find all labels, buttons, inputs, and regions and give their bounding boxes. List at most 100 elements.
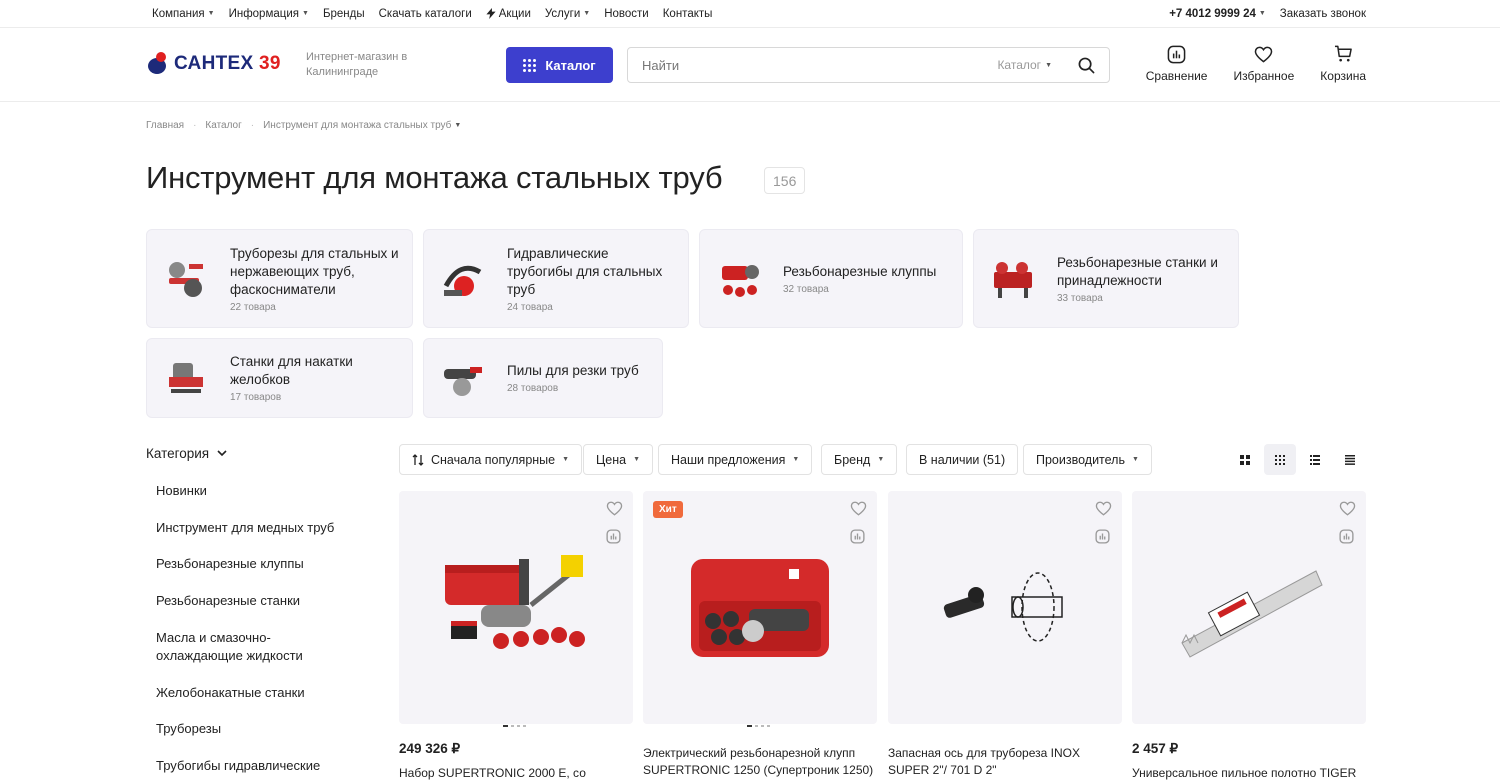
top-menu-services[interactable]: Услуги ▼: [545, 8, 590, 20]
grid-dots-icon: [523, 58, 537, 72]
logo[interactable]: САНТЕХ 39: [146, 52, 281, 76]
top-menu: Компания ▼ Информация ▼ Бренды Скачать кат…: [152, 8, 712, 20]
heart-icon[interactable]: [850, 501, 867, 516]
top-menu-info[interactable]: Информация ▼: [229, 8, 309, 20]
cart-link[interactable]: Корзина: [1320, 44, 1366, 83]
sidebar-item[interactable]: Инструмент для медных труб: [156, 519, 334, 537]
in-stock-filter[interactable]: В наличии (51): [906, 444, 1019, 475]
category-image: [163, 256, 209, 302]
chevron-down-icon: ▼: [1258, 10, 1266, 17]
product-image[interactable]: [399, 491, 633, 724]
top-menu-promo[interactable]: Акции: [486, 8, 531, 20]
sidebar-item[interactable]: Масла и смазочно-охлаждающие жидкости: [156, 629, 336, 665]
compare-icon[interactable]: [606, 529, 621, 544]
header-actions: Сравнение Избранное Корзина: [1146, 44, 1366, 83]
logo-icon: [146, 52, 170, 76]
sort-select[interactable]: Сначала популярные ▼: [399, 444, 583, 475]
category-card[interactable]: Пилы для резки труб 28 товаров: [423, 338, 663, 418]
breadcrumb-home[interactable]: Главная: [146, 120, 184, 131]
compare-icon[interactable]: [850, 529, 865, 544]
search-scope-select[interactable]: Каталог ▼: [997, 58, 1052, 72]
catalog-button[interactable]: Каталог: [506, 47, 613, 83]
top-bar: Компания ▼ Информация ▼ Бренды Скачать кат…: [0, 0, 1500, 28]
top-menu-contacts[interactable]: Контакты: [663, 8, 713, 20]
phone-number[interactable]: +7 4012 9999 24 ▼: [1169, 8, 1266, 20]
hit-badge: Хит: [653, 501, 683, 518]
product-name[interactable]: Универсальное пильное полотно TIGER: [1132, 765, 1368, 782]
brand-filter[interactable]: Бренд ▼: [821, 444, 898, 475]
offers-filter[interactable]: Наши предложения ▼: [658, 444, 813, 475]
compare-icon[interactable]: [1339, 529, 1354, 544]
compare-link[interactable]: Сравнение: [1146, 44, 1207, 83]
top-menu-news[interactable]: Новости: [604, 8, 649, 20]
product-price: 2 457 ₽: [1132, 741, 1179, 756]
heart-icon[interactable]: [606, 501, 623, 516]
sidebar-item[interactable]: Трубогибы гидравлические: [156, 757, 320, 775]
product-image[interactable]: [1132, 491, 1366, 724]
tagline: Интернет-магазин в Калининграде: [306, 51, 408, 78]
product-photo: [691, 559, 829, 657]
sidebar-item[interactable]: Желобонакатные станки: [156, 684, 305, 702]
compare-icon[interactable]: [1095, 529, 1110, 544]
callback-link[interactable]: Заказать звонок: [1280, 8, 1366, 20]
search-icon[interactable]: [1078, 57, 1095, 74]
category-card[interactable]: Резьбонарезные станки и принадлежности 33…: [973, 229, 1239, 328]
category-card[interactable]: Резьбонарезные клуппы 32 товара: [699, 229, 963, 328]
category-image: [716, 256, 762, 302]
view-small-grid-button[interactable]: [1264, 444, 1296, 475]
manufacturer-filter[interactable]: Производитель ▼: [1023, 444, 1152, 475]
chevron-down-icon: [217, 450, 227, 457]
top-menu-brands[interactable]: Бренды: [323, 8, 365, 20]
site-header: САНТЕХ 39 Интернет-магазин в Калининград…: [0, 28, 1500, 102]
product-name[interactable]: Набор SUPERTRONIC 2000 E, со: [399, 765, 635, 782]
sort-icon: [412, 453, 424, 466]
view-large-grid-button[interactable]: [1229, 444, 1261, 475]
cart-icon: [1334, 45, 1352, 62]
sidebar-item[interactable]: Труборезы: [156, 720, 221, 738]
category-card[interactable]: Труборезы для стальных и нержавеющих тру…: [146, 229, 413, 328]
heart-icon: [1255, 46, 1273, 63]
top-menu-catalogs[interactable]: Скачать каталоги: [379, 8, 472, 20]
sidebar-item[interactable]: Резьбонарезные клуппы: [156, 555, 304, 573]
chevron-down-icon: ▼: [633, 456, 640, 463]
category-card[interactable]: Гидравлические трубогибы для стальных тр…: [423, 229, 689, 328]
product-name[interactable]: Электрический резьбонарезной клупп SUPER…: [643, 745, 879, 779]
category-image: [440, 355, 486, 401]
sidebar-item[interactable]: Новинки: [156, 482, 207, 500]
image-pager[interactable]: [503, 725, 526, 727]
product-count-badge: 156: [764, 167, 806, 194]
sidebar-category-toggle[interactable]: Категория: [146, 446, 227, 461]
view-table-button[interactable]: [1334, 444, 1366, 475]
chevron-down-icon: ▼: [454, 122, 462, 129]
logo-text: САНТЕХ 39: [174, 53, 281, 74]
grid-large-icon: [1240, 454, 1250, 465]
chevron-down-icon: ▼: [302, 10, 309, 17]
breadcrumb-catalog[interactable]: Каталог: [205, 120, 241, 131]
category-image: [990, 256, 1036, 302]
chevron-down-icon: ▼: [1131, 456, 1139, 463]
sidebar-item[interactable]: Резьбонарезные станки: [156, 592, 300, 610]
search-box: Каталог▼: [627, 47, 1110, 83]
chevron-down-icon: ▼: [877, 456, 885, 463]
search-input[interactable]: [642, 57, 998, 73]
category-card[interactable]: Станки для накатки желобков 17 товаров: [146, 338, 413, 418]
view-list-button[interactable]: [1299, 444, 1331, 475]
breadcrumb-current[interactable]: Инструмент для монтажа стальных труб ▼: [263, 120, 461, 131]
top-contacts: +7 4012 9999 24 ▼ Заказать звонок: [1169, 8, 1366, 20]
product-price: 249 326 ₽: [399, 741, 461, 756]
product-image[interactable]: [888, 491, 1122, 724]
category-image: [440, 256, 486, 302]
price-filter[interactable]: Цена ▼: [583, 444, 653, 475]
product-photo: [445, 555, 585, 649]
product-name[interactable]: Запасная ось для трубореза INOX SUPER 2"…: [888, 745, 1124, 779]
heart-icon[interactable]: [1339, 501, 1356, 516]
top-menu-company[interactable]: Компания ▼: [152, 8, 215, 20]
lightning-icon: [486, 8, 496, 19]
grid-small-icon: [1275, 454, 1285, 465]
image-pager[interactable]: [747, 725, 770, 727]
table-icon: [1345, 454, 1355, 465]
product-image[interactable]: Хит: [643, 491, 877, 724]
favorites-link[interactable]: Избранное: [1233, 44, 1294, 83]
chevron-down-icon: ▼: [1045, 61, 1052, 69]
heart-icon[interactable]: [1095, 501, 1112, 516]
